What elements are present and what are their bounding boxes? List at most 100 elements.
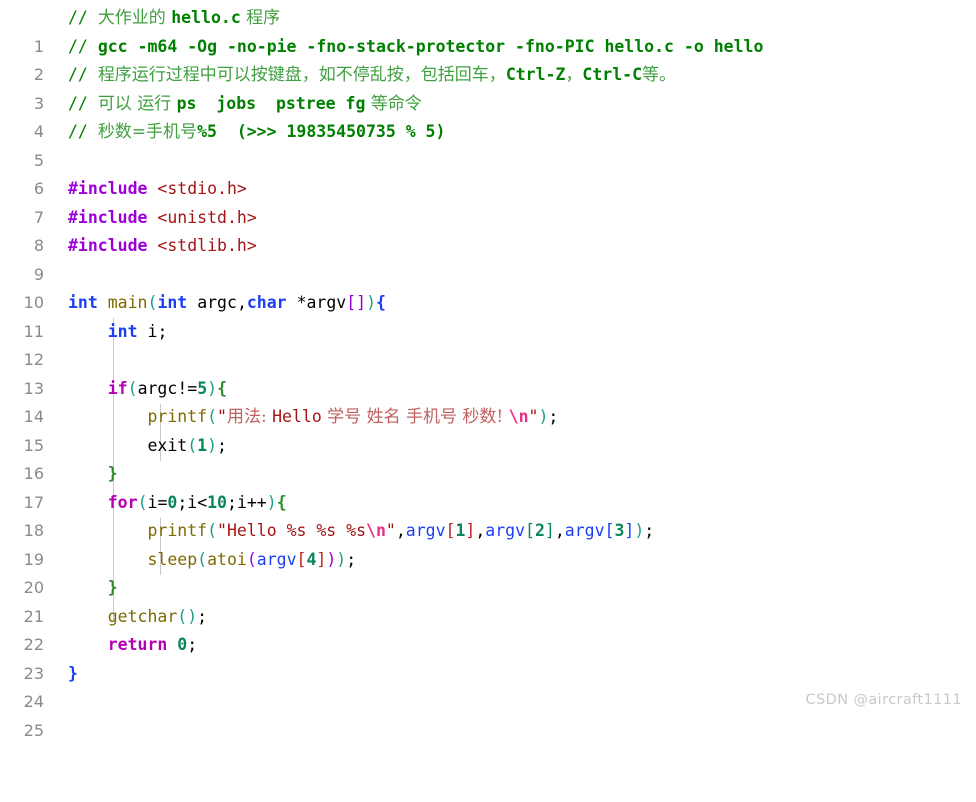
line-content[interactable]: // 大作业的 hello.c 程序 — [68, 4, 280, 33]
code-line[interactable]: 12 int i; — [0, 318, 976, 370]
line-content[interactable]: printf("Hello %s %s %s\n",argv[1],argv[2… — [68, 517, 654, 546]
code-line[interactable]: 7 #include <stdio.h> — [0, 175, 976, 227]
line-content[interactable]: // 秒数=手机号%5 (>>> 19835450735 % 5) — [68, 118, 445, 147]
code-line[interactable]: 9 #include <stdlib.h> — [0, 232, 976, 284]
code-editor[interactable]: 1 // 大作业的 hello.c 程序 2 // gcc -m64 -Og -… — [0, 0, 976, 740]
token-semicolon: ; — [644, 521, 655, 540]
token-brace-close: } — [107, 578, 118, 597]
line-content[interactable]: getchar(); — [68, 603, 207, 632]
line-content[interactable]: } — [68, 660, 78, 689]
line-content[interactable]: } — [68, 574, 118, 603]
token-brace-open: { — [217, 378, 227, 398]
token-brace-open: { — [376, 293, 386, 312]
token-number-10: 10 — [207, 492, 227, 512]
code-line[interactable]: 2 // gcc -m64 -Og -no-pie -fno-stack-pro… — [0, 33, 976, 85]
code-line[interactable]: 23 return 0; — [0, 631, 976, 683]
code-line[interactable]: 4 // 可以 运行 ps jobs pstree fg 等命令 — [0, 90, 976, 142]
code-line[interactable]: 20 sleep(atoi(argv[4])); — [0, 546, 976, 598]
line-content[interactable]: #include <stdlib.h> — [68, 232, 257, 261]
token-keyword-int-param: int — [157, 293, 188, 312]
code-line[interactable]: 1 // 大作业的 hello.c 程序 — [0, 4, 976, 56]
token-variable-argv: argv — [405, 521, 446, 540]
token-number-1: 1 — [197, 435, 208, 455]
token-keyword-char: char — [246, 293, 287, 312]
token-paren-open: ( — [197, 549, 208, 569]
code-line[interactable]: 8 #include <unistd.h> — [0, 204, 976, 256]
token-paren-close: ) — [538, 407, 549, 426]
token-identifier-argv: *argv — [296, 293, 347, 312]
code-line[interactable]: 11 int main(int argc,char *argv[]){ — [0, 289, 976, 341]
code-line[interactable]: 13 — [0, 346, 976, 398]
line-content[interactable]: int main(int argc,char *argv[]){ — [68, 289, 386, 318]
token-bracket-open: [ — [445, 521, 456, 540]
line-content[interactable]: int i; — [68, 318, 168, 347]
code-line[interactable]: 16 exit(1); — [0, 432, 976, 484]
token-quote-open: " — [217, 521, 227, 540]
line-content[interactable]: if(argc!=5){ — [68, 375, 227, 404]
code-line[interactable]: 21 } — [0, 574, 976, 626]
line-content[interactable]: // 程序运行过程中可以按键盘，如不停乱按，包括回车，Ctrl-Z，Ctrl-C… — [68, 61, 676, 90]
line-content[interactable]: printf("用法: Hello 学号 姓名 手机号 秒数! \n"); — [68, 403, 558, 432]
token-operator-lt: < — [197, 492, 208, 512]
code-line[interactable]: 5 // 秒数=手机号%5 (>>> 19835450735 % 5) — [0, 118, 976, 170]
code-line[interactable]: 3 // 程序运行过程中可以按键盘，如不停乱按，包括回车，Ctrl-Z，Ctrl… — [0, 61, 976, 113]
token-quote-close: " — [385, 521, 396, 540]
code-line[interactable]: 24 } — [0, 660, 976, 712]
token-comment-command: gcc -m64 -Og -no-pie -fno-stack-protecto… — [97, 36, 764, 56]
token-comma: , — [554, 521, 565, 540]
line-content[interactable]: sleep(atoi(argv[4])); — [68, 546, 356, 575]
code-line[interactable]: 19 printf("Hello %s %s %s\n",argv[1],arg… — [0, 517, 976, 569]
token-comment-cmd-jobs: jobs — [216, 93, 257, 113]
code-line[interactable]: 22 getchar(); — [0, 603, 976, 655]
token-comment-cjk-mid: ， — [565, 65, 583, 85]
line-content[interactable]: exit(1); — [68, 432, 227, 461]
code-line[interactable]: 18 for(i=0;i<10;i++){ — [0, 489, 976, 541]
line-content[interactable]: } — [68, 460, 118, 489]
line-content[interactable]: #include <stdio.h> — [68, 175, 247, 204]
token-comment-slashes: // — [68, 8, 98, 27]
token-identifier-i: i — [147, 321, 158, 341]
watermark: CSDN @aircraft1111 — [805, 692, 962, 708]
token-function-printf: printf — [147, 407, 208, 426]
line-content[interactable]: #include <unistd.h> — [68, 204, 257, 233]
code-line[interactable]: 6 — [0, 147, 976, 198]
token-operator-assign: = — [157, 492, 168, 512]
token-comma: , — [475, 521, 486, 540]
token-comment-slashes: // — [68, 36, 98, 56]
token-comment-code-b: Ctrl-C — [582, 65, 643, 84]
token-paren-close: ) — [207, 435, 218, 455]
line-content[interactable]: // 可以 运行 ps jobs pstree fg 等命令 — [68, 90, 422, 119]
token-string-cjk-usage: 用法: — [226, 407, 273, 427]
token-operator-increment: ++ — [246, 492, 267, 512]
token-number-3: 3 — [614, 521, 625, 540]
code-line[interactable]: 17 } — [0, 460, 976, 512]
token-bracket-close: ] — [316, 549, 327, 569]
token-semicolon: ; — [177, 492, 188, 512]
line-content[interactable]: for(i=0;i<10;i++){ — [68, 489, 287, 518]
line-content[interactable]: return 0; — [68, 631, 197, 660]
token-preprocessor: #include — [68, 179, 148, 198]
code-line[interactable]: 14 if(argc!=5){ — [0, 375, 976, 427]
token-paren-open: ( — [147, 293, 158, 312]
code-line[interactable]: 10 — [0, 261, 976, 312]
token-comma: , — [236, 293, 247, 312]
line-content[interactable]: // gcc -m64 -Og -no-pie -fno-stack-prote… — [68, 33, 763, 62]
token-paren-close: ) — [634, 521, 645, 540]
token-function-printf: printf — [147, 521, 208, 540]
token-paren-open: ( — [207, 407, 218, 426]
token-comment-calc: (>>> 19835450735 % 5) — [236, 122, 446, 141]
token-paren-open: ( — [187, 435, 198, 455]
code-line[interactable]: 15 printf("用法: Hello 学号 姓名 手机号 秒数! \n"); — [0, 403, 976, 455]
token-keyword-if: if — [107, 378, 128, 398]
token-paren-open: ( — [177, 606, 188, 626]
token-variable-argv: argv — [564, 521, 605, 540]
token-semicolon: ; — [227, 492, 237, 512]
token-paren-close: ) — [266, 492, 277, 512]
